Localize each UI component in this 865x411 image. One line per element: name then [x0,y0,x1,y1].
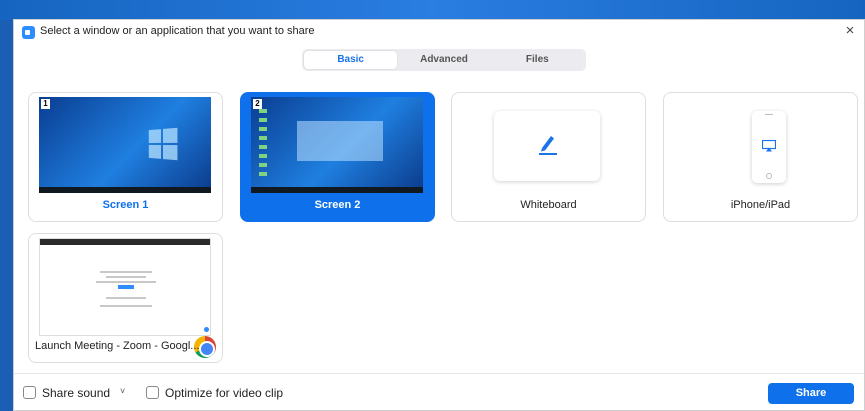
dialog-title: Select a window or an application that y… [40,25,315,37]
tile-chrome-window[interactable]: Launch Meeting - Zoom - Googl... [28,233,223,363]
tile-screen-2[interactable]: 2 Screen 2 [240,92,435,222]
windows-logo-icon [297,121,383,161]
zoom-app-icon [22,26,35,39]
tab-basic[interactable]: Basic [304,51,398,69]
tile-label: Whiteboard [520,199,577,211]
footer-bar: Share sound ˅ Optimize for video clip Sh… [14,373,864,411]
close-button[interactable]: × [842,22,858,40]
title-bar: Select a window or an application that y… [14,20,864,44]
screen-1-thumbnail: 1 [39,97,211,193]
desktop-background [0,0,865,20]
optimize-video-checkbox[interactable] [146,386,159,399]
tile-screen-1[interactable]: 1 Screen 1 [28,92,223,222]
screen-2-thumbnail: 2 [251,97,423,193]
phone-icon [752,111,786,183]
windows-logo-icon [148,127,178,161]
whiteboard-card [494,111,600,181]
screen-number-badge: 2 [253,99,262,109]
tab-bar: Basic Advanced Files [302,49,586,71]
tab-advanced[interactable]: Advanced [397,51,490,69]
share-sound-checkbox[interactable] [23,386,36,399]
browser-window-thumbnail [39,238,211,336]
screen-number-badge: 1 [41,99,50,109]
share-sound-label: Share sound [42,386,111,400]
tile-label: Screen 1 [102,199,149,211]
tile-label: Launch Meeting - Zoom - Googl... [35,340,200,352]
airplay-icon [762,140,776,152]
desktop-icons [259,109,267,179]
chevron-down-icon[interactable]: ˅ [120,386,125,396]
pencil-icon [539,136,557,155]
tile-whiteboard[interactable]: Whiteboard [451,92,646,222]
tab-files[interactable]: Files [491,51,584,69]
tile-iphone-ipad[interactable]: iPhone/iPad [663,92,858,222]
optimize-video-label: Optimize for video clip [165,386,284,400]
share-dialog: Select a window or an application that y… [13,19,865,411]
notification-dot [204,327,209,332]
tile-label: Screen 2 [314,199,361,211]
share-button[interactable]: Share [768,383,854,404]
taskbar [39,187,211,193]
tile-label: iPhone/iPad [730,199,791,211]
taskbar [251,187,423,193]
